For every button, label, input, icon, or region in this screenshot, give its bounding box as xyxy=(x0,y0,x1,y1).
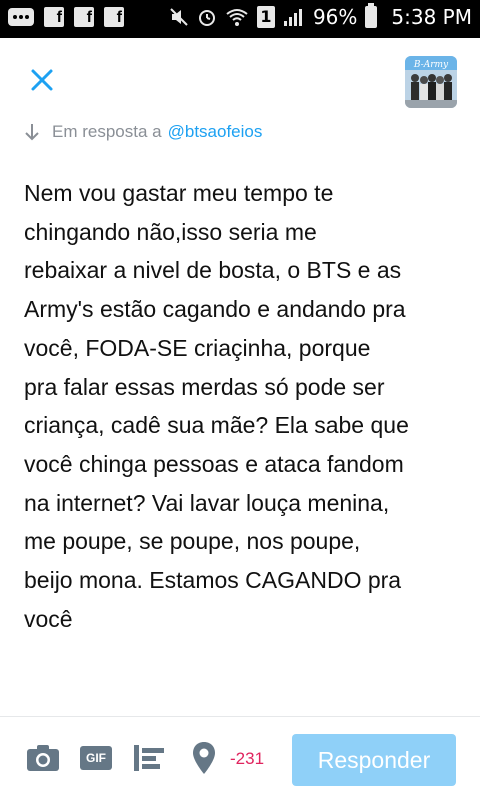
reply-context: Em resposta a @btsaofeios xyxy=(24,122,262,142)
messenger-icon xyxy=(8,8,34,26)
poll-icon[interactable] xyxy=(133,743,167,773)
reply-button[interactable]: Responder xyxy=(292,734,456,786)
alarm-icon xyxy=(198,10,215,26)
mute-icon xyxy=(170,8,188,26)
wifi-icon xyxy=(226,9,248,26)
notification-icons: f f f xyxy=(8,7,124,27)
avatar-caption: B-Army xyxy=(413,60,449,70)
location-pin-icon[interactable] xyxy=(192,741,216,775)
facebook-icon: f xyxy=(74,7,94,27)
compose-toolbar: GIF -231 Responder xyxy=(0,716,480,801)
battery-icon xyxy=(365,3,378,28)
character-counter: -231 xyxy=(230,749,265,768)
avatar-image: B-Army xyxy=(405,56,457,108)
arrow-down-icon xyxy=(25,124,39,141)
signal-icon xyxy=(283,9,302,26)
gif-button[interactable]: GIF xyxy=(80,746,112,770)
camera-icon[interactable] xyxy=(26,743,60,773)
system-icons: 1 96% 5:38 PM xyxy=(169,3,472,29)
compose-header: B-Army xyxy=(0,38,480,122)
close-icon[interactable] xyxy=(24,62,60,98)
sim-slot-badge: 1 xyxy=(256,6,275,28)
avatar[interactable]: B-Army xyxy=(405,56,457,108)
facebook-icon: f xyxy=(104,7,124,27)
status-bar: f f f 1 96% 5:38 PM xyxy=(0,0,480,38)
facebook-icon: f xyxy=(44,7,64,27)
reply-prefix: Em resposta a xyxy=(52,122,162,141)
clock: 5:38 PM xyxy=(391,5,472,29)
tweet-text-area[interactable]: Nem vou gastar meu tempo te chingando nã… xyxy=(24,174,464,638)
battery-percent: 96% xyxy=(312,5,358,29)
reply-handle-link[interactable]: @btsaofeios xyxy=(168,122,263,142)
